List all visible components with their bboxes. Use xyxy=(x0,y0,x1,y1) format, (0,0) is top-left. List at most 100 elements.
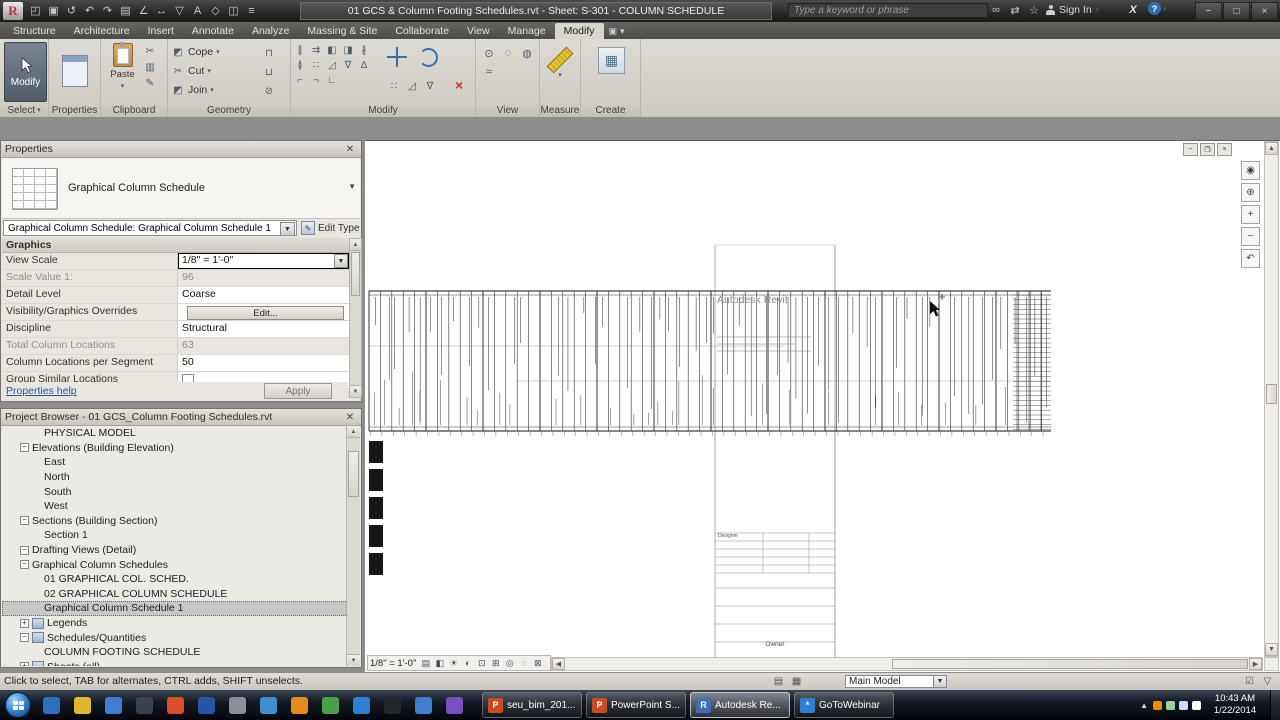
browser-item-graphical-column-schedule-1[interactable]: Graphical Column Schedule 1 xyxy=(2,601,348,616)
scrollbar-thumb[interactable] xyxy=(892,659,1248,669)
ribbon-tab-collaborate[interactable]: Collaborate xyxy=(386,23,458,39)
align-icon[interactable]: ∥ xyxy=(293,43,307,57)
browser-item-sections-building-section[interactable]: − Sections (Building Section) xyxy=(2,514,348,529)
scroll-up-icon[interactable]: ▲ xyxy=(350,239,361,251)
exchange-apps-icon[interactable]: X xyxy=(1124,2,1142,18)
view-close-icon[interactable]: × xyxy=(1217,143,1232,156)
properties-scrollbar[interactable]: ▲ ▼ xyxy=(349,238,362,398)
hide-in-view-icon[interactable]: ◌ xyxy=(500,45,516,61)
browser-item-schedules-quantities[interactable]: − Schedules/Quantities xyxy=(2,630,348,645)
crop-region-icon[interactable]: ⊞ xyxy=(489,657,502,670)
help-search-input[interactable]: Type a keyword or phrase xyxy=(788,3,988,18)
split-gap-icon[interactable]: ≬ xyxy=(293,58,307,72)
move-icon[interactable] xyxy=(387,47,407,67)
tray-icon-2[interactable] xyxy=(1166,700,1175,710)
scroll-up-icon[interactable]: ▲ xyxy=(1265,142,1278,155)
pinned-app-icon-6[interactable] xyxy=(193,692,219,718)
linework-icon[interactable]: ≈ xyxy=(481,64,497,80)
expand-icon[interactable]: + xyxy=(20,618,29,628)
filter-icon[interactable]: ▽ xyxy=(1261,675,1274,688)
chevron-down-icon[interactable]: ▼ xyxy=(334,254,348,268)
trim-single-icon[interactable]: ¬ xyxy=(309,73,323,87)
tag-icon[interactable]: ▽ xyxy=(171,3,188,18)
ribbon-tab-massing-site[interactable]: Massing & Site xyxy=(298,23,386,39)
view-scale-button[interactable]: 1/8" = 1'-0" xyxy=(370,658,416,669)
edit-overrides-button[interactable]: Edit... xyxy=(186,306,345,320)
scale-icon[interactable]: ◿ xyxy=(405,79,419,93)
search-icon[interactable]: ∞ xyxy=(988,2,1004,18)
browser-item-west[interactable]: West xyxy=(2,499,348,514)
revit-logo-icon[interactable]: R xyxy=(3,2,23,20)
unjoin-icon[interactable]: ⊘ xyxy=(262,84,276,98)
tray-icon-1[interactable] xyxy=(1153,700,1162,710)
ribbon-tab-insert[interactable]: Insert xyxy=(139,23,183,39)
ribbon-tab-manage[interactable]: Manage xyxy=(499,23,555,39)
collapse-icon[interactable]: − xyxy=(20,560,29,570)
cut-button[interactable]: ✂ Cut ▾ xyxy=(171,62,257,80)
collapse-icon[interactable]: − xyxy=(20,633,29,643)
start-button[interactable] xyxy=(5,692,31,718)
match-type-icon[interactable]: ✎ xyxy=(143,76,157,90)
trim-corner-icon[interactable]: ⌐ xyxy=(293,73,307,87)
property-value[interactable]: Coarse xyxy=(178,287,349,303)
ribbon-tab-structure[interactable]: Structure xyxy=(4,23,65,39)
browser-item-north[interactable]: North xyxy=(2,470,348,485)
previous-icon[interactable]: ↶ xyxy=(1241,249,1260,268)
edit-type-button[interactable]: ✎ Edit Type xyxy=(301,220,361,236)
design-option-select[interactable]: Main Model ▼ xyxy=(845,675,947,688)
create-group-button[interactable]: ▦ xyxy=(598,47,625,74)
scrollbar-thumb[interactable] xyxy=(1266,384,1277,404)
detail-level-icon[interactable]: ▤ xyxy=(419,657,432,670)
pin-icon[interactable]: ∇ xyxy=(341,58,355,72)
offset-icon[interactable]: ⇉ xyxy=(309,43,323,57)
sign-in-button[interactable]: Sign In ▾ xyxy=(1046,2,1099,18)
browser-item-drafting-views-detail[interactable]: − Drafting Views (Detail) xyxy=(2,543,348,558)
browser-item-column-footing-schedule[interactable]: COLUMN FOOTING SCHEDULE xyxy=(2,645,348,660)
taskbar-app-seu-bim-201[interactable]: Pseu_bim_201... xyxy=(482,692,582,718)
pinned-app-icon-3[interactable] xyxy=(100,692,126,718)
undo-icon[interactable]: ↶ xyxy=(81,3,98,18)
scroll-up-icon[interactable]: ▲ xyxy=(347,426,360,438)
text-icon[interactable]: A xyxy=(189,3,206,18)
override-graphics-icon[interactable]: ◍ xyxy=(519,45,535,61)
apply-button[interactable]: Apply xyxy=(264,383,332,399)
properties-help-link[interactable]: Properties help xyxy=(2,385,77,397)
horizontal-scrollbar[interactable]: ◀ ▶ xyxy=(551,657,1263,671)
array-icon[interactable]: ∷ xyxy=(387,79,401,93)
favorites-icon[interactable]: ☆ xyxy=(1026,2,1042,18)
pinned-app-icon-1[interactable] xyxy=(38,692,64,718)
project-browser-titlebar[interactable]: Project Browser - 01 GCS_Column Footing … xyxy=(1,409,361,426)
rotate-icon[interactable] xyxy=(419,47,438,67)
taskbar-clock[interactable]: 10:43 AM 1/22/2014 xyxy=(1206,693,1264,717)
view-minimize-icon[interactable]: − xyxy=(1183,143,1198,156)
modify-tool-button[interactable]: Modify xyxy=(4,42,47,102)
close-icon[interactable]: ✕ xyxy=(343,412,357,423)
pinned-app-icon-2[interactable] xyxy=(69,692,95,718)
scroll-down-icon[interactable]: ▼ xyxy=(350,385,361,397)
scroll-down-icon[interactable]: ▼ xyxy=(1265,643,1278,656)
browser-item-physical-model[interactable]: PHYSICAL MODEL xyxy=(2,426,348,441)
browser-item-01-graphical-col-sched[interactable]: 01 GRAPHICAL COL. SCHED. xyxy=(2,572,348,587)
visual-style-icon[interactable]: ◧ xyxy=(433,657,446,670)
maximize-button[interactable]: □ xyxy=(1223,2,1250,20)
trim-multiple-icon[interactable]: ∟ xyxy=(325,73,339,87)
ribbon-tab-annotate[interactable]: Annotate xyxy=(183,23,243,39)
editable-only-icon[interactable]: ☑ xyxy=(1243,675,1256,688)
vertical-scrollbar[interactable]: ▲ ▼ xyxy=(1264,141,1279,657)
browser-item-sheets-all[interactable]: + Sheets (all) xyxy=(2,660,348,666)
pinned-app-icon-7[interactable] xyxy=(224,692,250,718)
crop-view-icon[interactable]: ⊡ xyxy=(475,657,488,670)
select-panel-label[interactable]: Select ▾ xyxy=(0,103,48,117)
properties-palette-titlebar[interactable]: Properties ✕ xyxy=(1,141,361,158)
browser-item-legends[interactable]: + Legends xyxy=(2,616,348,631)
section-icon[interactable]: ◫ xyxy=(225,3,242,18)
pinned-app-icon-13[interactable] xyxy=(410,692,436,718)
expand-icon[interactable]: + xyxy=(20,662,29,666)
pinned-app-icon-12[interactable] xyxy=(379,692,405,718)
aligned-dimension-icon[interactable]: ↔ xyxy=(153,3,170,18)
browser-scrollbar[interactable]: ▲ ▼ xyxy=(346,426,360,666)
thin-lines-icon[interactable]: ≡ xyxy=(243,3,260,18)
temporary-hide-icon[interactable]: ◎ xyxy=(503,657,516,670)
mirror-pick-icon[interactable]: ◨ xyxy=(341,43,355,57)
measure-button[interactable]: ▾ xyxy=(546,45,574,89)
